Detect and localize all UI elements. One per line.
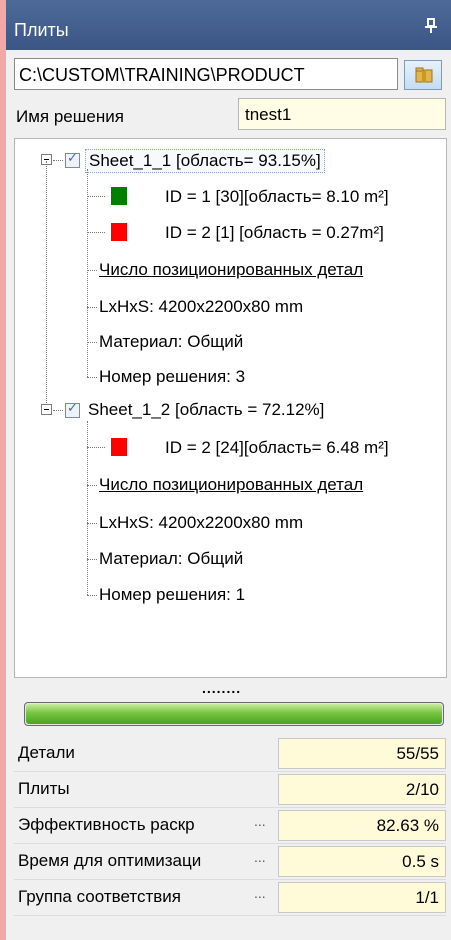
stat-row-sheets: Плиты 2/10 bbox=[14, 772, 446, 808]
tree-connector bbox=[87, 447, 105, 448]
part-color-swatch bbox=[111, 438, 127, 456]
sheet-node-label[interactable]: Sheet_1_2 [область = 72.12%] bbox=[85, 399, 327, 421]
stat-value: 2/10 bbox=[278, 774, 446, 805]
stat-value: 55/55 bbox=[278, 738, 446, 769]
parts-count-node[interactable]: Число позиционированных детал bbox=[99, 475, 363, 495]
sheet-size-node[interactable]: LxHxS: 4200x2200x80 mm bbox=[99, 297, 303, 317]
tree-connector bbox=[87, 595, 97, 596]
panel-titlebar: Плиты bbox=[6, 0, 451, 50]
solution-name-value: tnest1 bbox=[245, 105, 292, 124]
stats-table: Детали 55/55 Плиты 2/10 Эффективность ра… bbox=[14, 736, 446, 916]
stat-label: Детали bbox=[18, 743, 75, 762]
stat-label: Плиты bbox=[18, 779, 70, 798]
stat-label: Группа соответствия bbox=[18, 887, 181, 906]
sheet-size-node[interactable]: LxHxS: 4200x2200x80 mm bbox=[99, 513, 303, 533]
optimization-progress-bar bbox=[24, 702, 444, 726]
solution-name-field[interactable]: tnest1 bbox=[238, 98, 446, 130]
pin-icon[interactable] bbox=[425, 18, 437, 39]
solution-number-node[interactable]: Номер решения: 1 bbox=[99, 585, 245, 605]
part-color-swatch bbox=[111, 223, 127, 241]
part-node-label[interactable]: ID = 1 [30][область= 8.10 m²] bbox=[165, 187, 389, 207]
parts-count-node[interactable]: Число позиционированных детал bbox=[99, 260, 363, 280]
material-node[interactable]: Материал: Общий bbox=[99, 332, 243, 352]
tree-connector bbox=[87, 169, 88, 377]
splitter-grip: ........ bbox=[202, 680, 242, 696]
tree-connector bbox=[87, 485, 97, 486]
sheet-checkbox[interactable] bbox=[65, 151, 80, 168]
part-node-label[interactable]: ID = 2 [1] [область = 0.27m²] bbox=[165, 223, 384, 243]
stat-row-efficiency: Эффективность раскр ... 82.63 % bbox=[14, 808, 446, 844]
plates-panel: Плиты C:\CUSTOM\TRAINING\PRODUCT Имя реш… bbox=[6, 0, 451, 940]
stat-label-ellipsis: ... bbox=[252, 813, 266, 829]
stat-label: Эффективность раскр bbox=[18, 815, 195, 834]
tree-connector bbox=[87, 377, 97, 378]
sheets-tree[interactable]: Sheet_1_1 [область= 93.15%] ID = 1 [30][… bbox=[14, 138, 447, 678]
collapse-icon[interactable] bbox=[41, 404, 52, 415]
solution-name-label: Имя решения bbox=[16, 107, 124, 126]
panel-splitter[interactable]: ........ bbox=[6, 678, 451, 698]
tree-connector bbox=[53, 410, 63, 411]
tree-connector bbox=[87, 232, 105, 233]
stat-row-match-group: Группа соответствия ... 1/1 bbox=[14, 880, 446, 916]
stat-row-optimization-time: Время для оптимизаци ... 0.5 s bbox=[14, 844, 446, 880]
progress-fill bbox=[26, 704, 442, 724]
path-field[interactable]: C:\CUSTOM\TRAINING\PRODUCT bbox=[14, 58, 398, 90]
sheet-checkbox[interactable] bbox=[65, 401, 80, 418]
tree-connector bbox=[87, 196, 105, 197]
stat-label-ellipsis: ... bbox=[252, 885, 266, 901]
sheet-node-label[interactable]: Sheet_1_1 [область= 93.15%] bbox=[85, 149, 325, 173]
browse-folder-button[interactable] bbox=[404, 60, 442, 90]
stat-value: 82.63 % bbox=[278, 810, 446, 841]
part-node-label[interactable]: ID = 2 [24][область= 6.48 m²] bbox=[165, 438, 389, 458]
tree-connector bbox=[87, 270, 97, 271]
stat-row-parts: Детали 55/55 bbox=[14, 736, 446, 772]
folder-icon bbox=[415, 67, 433, 83]
material-node[interactable]: Материал: Общий bbox=[99, 549, 243, 569]
tree-connector bbox=[87, 342, 97, 343]
stat-label-ellipsis: ... bbox=[252, 849, 266, 865]
stat-label: Время для оптимизаци bbox=[18, 851, 202, 870]
solution-number-node[interactable]: Номер решения: 3 bbox=[99, 367, 245, 387]
panel-title: Плиты bbox=[14, 20, 69, 40]
path-value: C:\CUSTOM\TRAINING\PRODUCT bbox=[19, 65, 305, 85]
stat-value: 1/1 bbox=[278, 882, 446, 913]
tree-connector bbox=[46, 161, 47, 409]
part-color-swatch bbox=[111, 187, 127, 205]
tree-connector bbox=[53, 160, 63, 161]
tree-connector bbox=[87, 559, 97, 560]
tree-connector bbox=[87, 523, 97, 524]
stat-value: 0.5 s bbox=[278, 846, 446, 877]
tree-connector bbox=[87, 307, 97, 308]
